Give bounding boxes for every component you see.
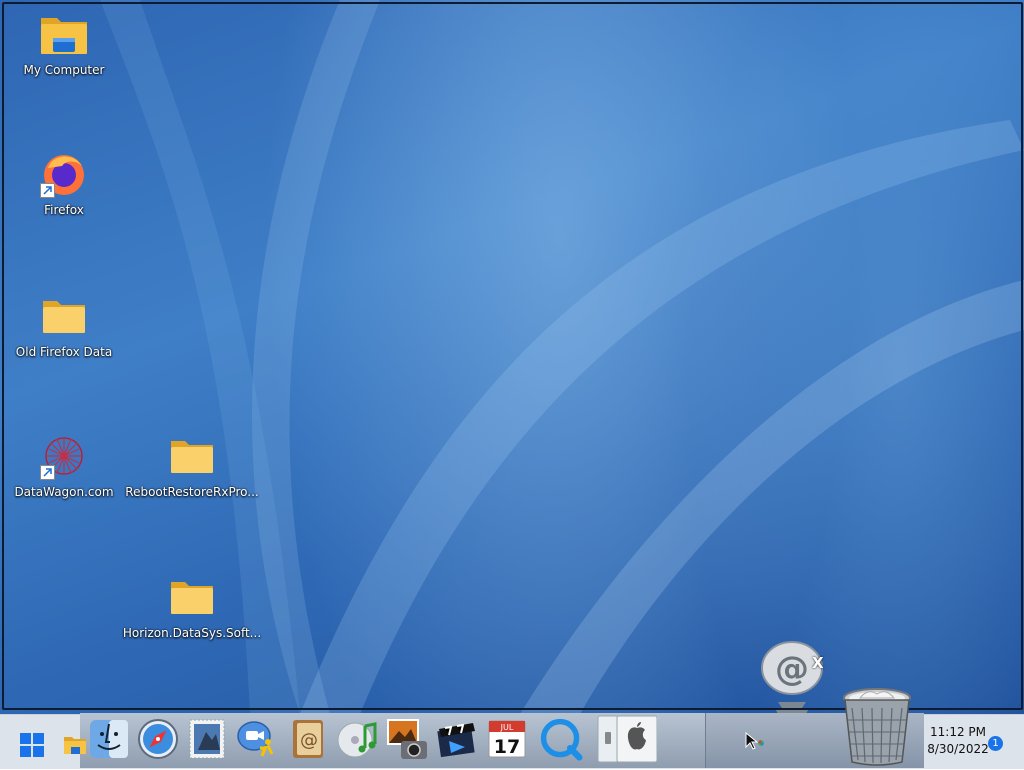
trash-can[interactable] [840,686,914,766]
desktop-icon-rebootrestorerx[interactable]: RebootRestoreRxPro... [125,430,259,499]
desktop-icon-old-firefox-data[interactable]: Old Firefox Data [4,290,124,359]
mouse-cursor [745,731,765,752]
trash-icon [843,688,911,766]
start-button[interactable] [20,733,44,757]
svg-text:@: @ [775,649,809,689]
taskbar-clock[interactable]: 11:12 PM 8/30/2022 [922,724,994,758]
shortcut-arrow-icon [40,183,55,198]
firefox-icon [38,148,90,200]
dock-safari[interactable] [136,716,180,762]
svg-text:17: 17 [494,736,520,758]
folder-icon [166,571,218,623]
ichat-icon [237,721,274,757]
folder-icon [64,737,86,754]
desktop-icon-label: DataWagon.com [14,485,114,499]
clock-time: 11:12 PM [930,725,986,739]
clock-date: 8/30/2022 [927,742,989,756]
folder-icon [166,430,218,482]
notification-badge[interactable]: 1 [988,736,1003,751]
folder-icon [38,8,90,60]
desktop-icon-label: RebootRestoreRxPro... [125,485,259,499]
desktop-icon-firefox[interactable]: Firefox [4,148,124,217]
desktop-icon-label: Firefox [44,203,84,217]
folder-icon [38,290,90,342]
safari-icon [138,719,178,759]
iphoto-icon [387,719,427,759]
finder-icon [90,720,128,758]
file-explorer-button[interactable] [63,733,87,757]
desktop-icon-label: Old Firefox Data [15,345,113,359]
desktop-icon-label: Horizon.DataSys.Soft... [122,626,262,640]
imovie-icon [437,723,475,758]
dock-iphoto[interactable] [385,716,429,762]
dock-ichat[interactable] [235,716,279,762]
desktop-icon-label: My Computer [23,63,105,77]
shortcut-arrow-icon [40,465,55,480]
widget-close-button[interactable]: X [812,654,824,672]
web-shortcut-icon [38,430,90,482]
desktop[interactable]: My Computer Firefox Old Firefox Data Dat… [0,0,1024,768]
system-preferences-icon [597,715,657,763]
dock-system-preferences[interactable] [597,715,657,763]
desktop-icon-datawagon[interactable]: DataWagon.com [4,430,124,499]
desktop-icon-my-computer[interactable]: My Computer [4,8,124,77]
dock-imovie[interactable] [435,716,479,762]
svg-text:JUL: JUL [500,723,514,732]
dock-address-book[interactable]: @ [286,716,330,762]
dock-ical[interactable]: JUL 17 [485,716,529,762]
quicktime-icon [540,718,583,761]
itunes-icon [337,722,377,758]
calendar-icon: JUL 17 [488,720,526,758]
svg-text:@: @ [300,730,318,751]
desktop-icon-horizon-datasys[interactable]: Horizon.DataSys.Soft... [123,571,261,640]
address-book-icon: @ [293,720,323,758]
dock-itunes[interactable] [336,716,380,762]
windows-logo-icon [20,733,44,757]
mail-stamp-icon [189,719,225,759]
dock-mail[interactable] [185,716,229,762]
dock-quicktime[interactable] [539,716,583,762]
dock-finder[interactable] [87,716,131,762]
